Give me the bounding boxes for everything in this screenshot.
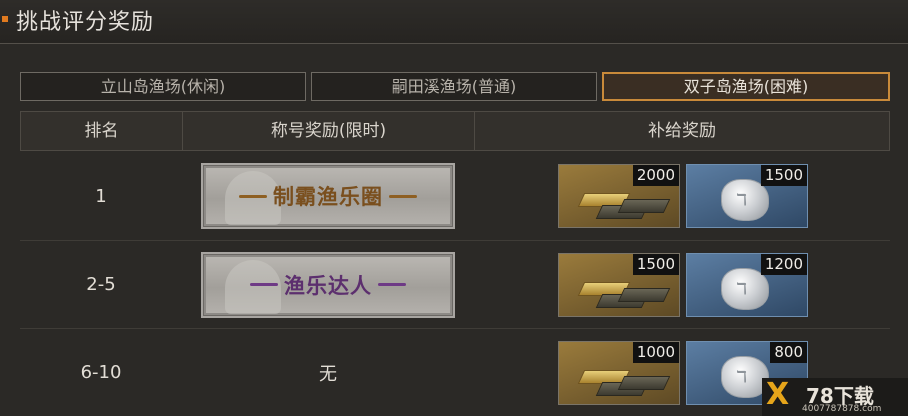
item-quantity: 800	[770, 341, 807, 363]
table-row: 1 制霸渔乐圈 2000 ℸ 1500	[20, 152, 890, 241]
title-marker-icon	[2, 16, 8, 22]
title-badge[interactable]: 渔乐达人	[201, 251, 455, 318]
column-header-rank: 排名	[21, 112, 183, 150]
gold-bar-item[interactable]: 1000	[558, 340, 680, 405]
column-header-title-reward: 称号奖励(限时)	[183, 112, 475, 150]
title-cell: 无	[182, 329, 474, 416]
column-header-supply-reward: 补给奖励	[648, 121, 716, 141]
title-name: 制霸渔乐圈	[273, 185, 383, 209]
title-cell: 制霸渔乐圈	[182, 152, 474, 240]
item-quantity: 1500	[632, 253, 679, 275]
no-title-text: 无	[319, 363, 337, 385]
table-row: 2-5 渔乐达人 1500 ℸ 1200	[20, 241, 890, 329]
item-quantity: 1000	[632, 341, 679, 363]
tab-lishan-casual[interactable]: 立山岛渔场(休闲)	[20, 72, 306, 101]
gold-bar-item[interactable]: 1500	[558, 252, 680, 317]
crystal-item[interactable]: ℸ 1500	[686, 164, 808, 228]
panel-header: 挑战评分奖励	[0, 0, 908, 44]
crystal-item[interactable]: ℸ 1200	[686, 252, 808, 317]
badge-text: 制霸渔乐圈	[239, 181, 417, 211]
item-quantity: 1500	[760, 165, 807, 186]
reward-table: 排名 称号奖励(限时) 补给奖励 1 制霸渔乐圈 2000 ℸ 1500 2-5…	[20, 111, 890, 416]
rank-cell: 1	[95, 185, 107, 207]
watermark-logo-icon: X	[766, 377, 790, 412]
title-name: 渔乐达人	[284, 273, 372, 298]
tab-sitian-normal[interactable]: 嗣田溪渔场(普通)	[311, 72, 597, 101]
page-title: 挑战评分奖励	[16, 10, 155, 35]
rank-cell: 6-10	[80, 362, 122, 383]
gold-bar-icon	[617, 287, 671, 302]
watermark-url: 4007787878.com	[802, 404, 882, 414]
title-cell: 渔乐达人	[182, 241, 474, 328]
difficulty-tabs: 立山岛渔场(休闲) 嗣田溪渔场(普通) 双子岛渔场(困难)	[20, 72, 890, 101]
dash-icon	[250, 283, 278, 286]
gold-bar-icon	[617, 199, 671, 213]
tab-twin-island-hard[interactable]: 双子岛渔场(困难)	[602, 72, 890, 101]
supply-cell: 2000 ℸ 1500	[558, 152, 808, 240]
table-header: 排名 称号奖励(限时) 补给奖励	[20, 111, 890, 151]
header-divider	[0, 43, 908, 44]
dash-icon	[389, 194, 417, 198]
site-watermark: X 78下载 4007787878.com	[762, 378, 908, 416]
dash-icon	[239, 194, 267, 198]
gold-bar-icon	[617, 375, 671, 390]
gold-bar-item[interactable]: 2000	[558, 164, 680, 228]
item-quantity: 2000	[632, 165, 679, 186]
table-row: 6-10 无 1000 ℸ 800	[20, 329, 890, 416]
rank-cell: 2-5	[86, 274, 116, 295]
title-badge[interactable]: 制霸渔乐圈	[201, 163, 455, 229]
item-quantity: 1200	[760, 253, 807, 275]
dash-icon	[378, 283, 406, 286]
supply-cell: 1500 ℸ 1200	[558, 241, 808, 328]
badge-text: 渔乐达人	[250, 270, 406, 300]
